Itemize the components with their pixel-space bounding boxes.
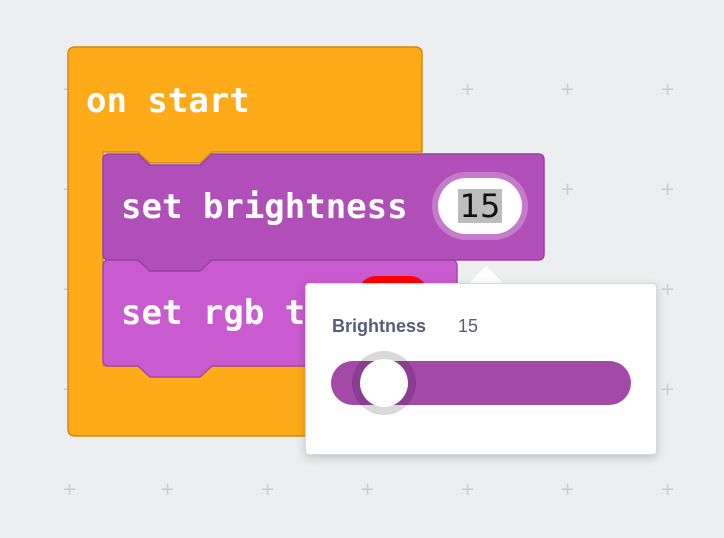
popup-brightness-label: Brightness: [332, 316, 427, 336]
popup-arrow: [468, 266, 504, 284]
on-start-label: on start: [86, 81, 250, 121]
brightness-value-text[interactable]: 15: [457, 189, 503, 223]
brightness-value-field[interactable]: 15: [432, 172, 528, 240]
brightness-popup: Brightness 15: [305, 283, 657, 455]
set-rgb-label: set rgb t: [121, 293, 306, 333]
brightness-slider-thumb[interactable]: [359, 359, 408, 407]
popup-brightness-value: 15: [458, 316, 479, 336]
set-brightness-label: set brightness: [121, 187, 408, 227]
brightness-value-inner[interactable]: 15: [438, 178, 522, 234]
